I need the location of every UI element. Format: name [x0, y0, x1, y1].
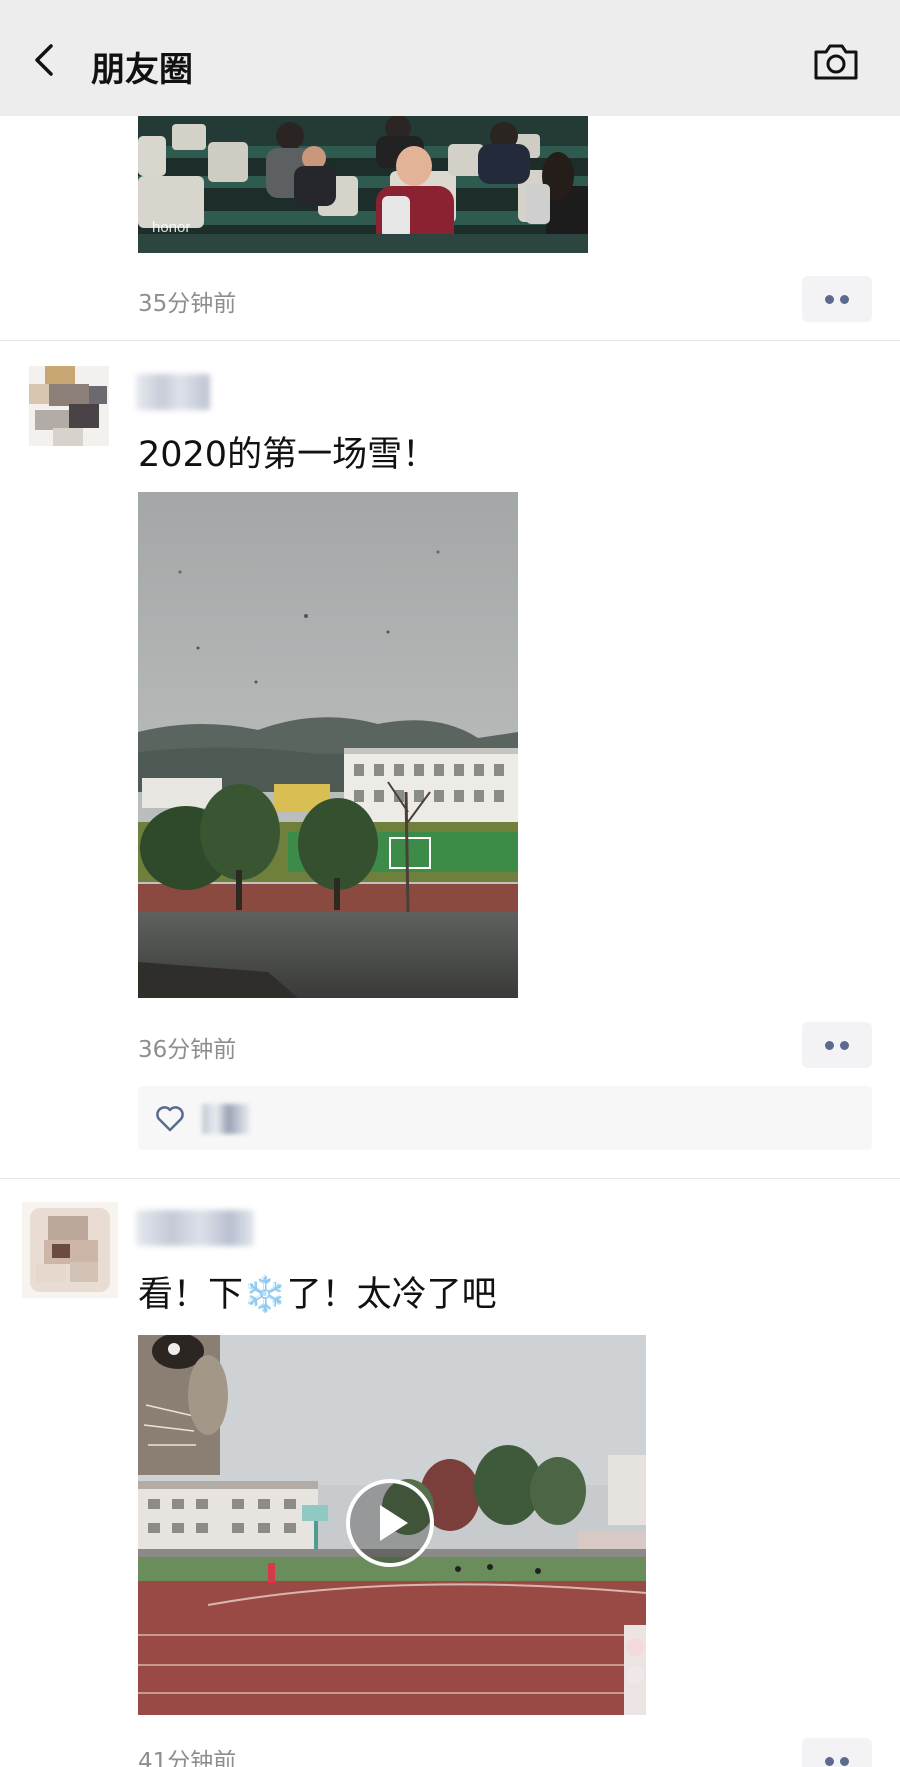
play-icon	[380, 1505, 408, 1541]
page-title: 朋友圈	[91, 50, 193, 90]
post-photo[interactable]	[138, 492, 518, 998]
post-text: 2020的第一场雪！	[138, 435, 438, 475]
svg-text:honor: honor	[152, 219, 190, 236]
post-text: 看！下❄️了！太冷了吧	[138, 1275, 497, 1315]
post-timestamp: 36分钟前	[138, 1037, 237, 1063]
chevron-left-icon[interactable]	[26, 40, 66, 80]
more-options-button[interactable]	[802, 1022, 872, 1068]
more-options-button[interactable]	[802, 276, 872, 322]
likes-box	[138, 1086, 872, 1150]
avatar[interactable]	[29, 366, 109, 446]
post-timestamp: 35分钟前	[138, 291, 237, 317]
post-divider	[0, 340, 900, 341]
top-bar: 朋友圈	[0, 0, 900, 116]
username-pixelated[interactable]	[136, 374, 210, 410]
username-pixelated[interactable]	[136, 1210, 254, 1246]
avatar[interactable]	[22, 1202, 118, 1298]
heart-icon	[156, 1106, 184, 1132]
more-options-button[interactable]	[802, 1738, 872, 1767]
camera-icon[interactable]	[812, 42, 860, 82]
liker-name-pixelated[interactable]	[202, 1104, 250, 1134]
play-button[interactable]	[346, 1479, 434, 1567]
post-photo[interactable]: honor	[138, 116, 588, 253]
post-timestamp: 41分钟前	[138, 1749, 237, 1767]
post-divider	[0, 1178, 900, 1179]
